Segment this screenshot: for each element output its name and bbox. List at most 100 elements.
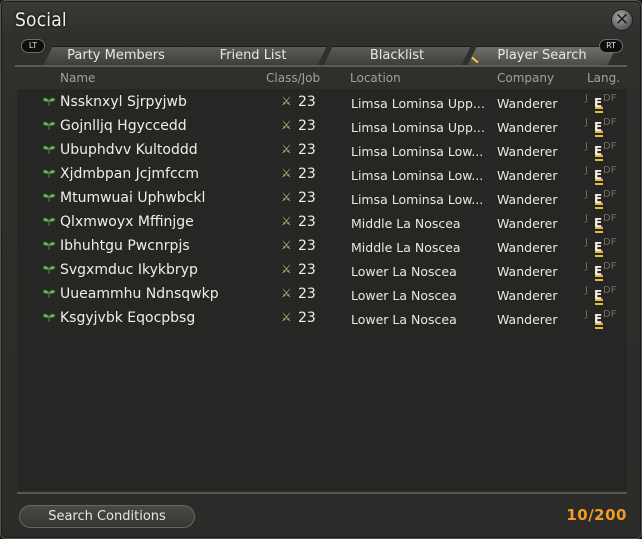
tab-player-search[interactable]: Player Search	[467, 46, 617, 66]
list-item[interactable]: Ubuphdvv Kultoddd ⚔ 23 Limsa Lominsa Low…	[17, 139, 627, 163]
result-count: 10/200	[566, 506, 627, 524]
column-header-location[interactable]: Location	[350, 71, 401, 85]
gladiator-job-icon: ⚔	[281, 286, 292, 300]
player-location: Limsa Lominsa Low...	[351, 168, 484, 183]
gladiator-job-icon: ⚔	[281, 262, 292, 276]
gladiator-job-icon: ⚔	[281, 166, 292, 180]
player-company: Wanderer	[497, 96, 558, 111]
player-name: Ksgyjvbk Eqocpbsg	[60, 310, 196, 326]
player-location: Lower La Noscea	[351, 264, 457, 279]
player-name: Ibhuhtgu Pwcnrpjs	[60, 238, 190, 254]
player-name: Gojnlljq Hgyccedd	[60, 118, 187, 134]
player-level: 23	[298, 166, 316, 182]
player-level: 23	[298, 286, 316, 302]
sprout-icon	[43, 192, 55, 202]
player-company: Wanderer	[497, 192, 558, 207]
tab-bar: LT Party Members Friend List Blacklist P…	[15, 39, 629, 67]
language-indicator: J E DF	[585, 211, 625, 235]
lt-shoulder-icon[interactable]: LT	[21, 39, 45, 53]
rt-shoulder-icon[interactable]: RT	[599, 39, 623, 53]
player-level: 23	[298, 142, 316, 158]
player-company: Wanderer	[497, 240, 558, 255]
player-level: 23	[298, 238, 316, 254]
player-name: Svgxmduc Ikykbryp	[60, 262, 198, 278]
sprout-icon	[43, 120, 55, 130]
search-conditions-button[interactable]: Search Conditions	[19, 505, 195, 528]
close-icon[interactable]: ✕	[611, 9, 633, 31]
player-name: Qlxmwoyx Mffinjge	[60, 214, 194, 230]
language-indicator: J E DF	[585, 187, 625, 211]
player-name: Xjdmbpan Jcjmfccm	[60, 166, 199, 182]
language-indicator: J E DF	[585, 283, 625, 307]
list-item[interactable]: Nssknxyl Sjrpyjwb ⚔ 23 Limsa Lominsa Upp…	[17, 91, 627, 115]
player-company: Wanderer	[497, 168, 558, 183]
column-header-company[interactable]: Company	[497, 71, 554, 85]
player-location: Middle La Noscea	[351, 216, 461, 231]
language-indicator: J E DF	[585, 235, 625, 259]
column-header-row: Name Class/Job Location Company Lang.	[1, 71, 642, 87]
list-item[interactable]: Svgxmduc Ikykbryp ⚔ 23 Lower La Noscea W…	[17, 259, 627, 283]
language-indicator: J E DF	[585, 139, 625, 163]
language-indicator: J E DF	[585, 259, 625, 283]
player-company: Wanderer	[497, 120, 558, 135]
tab-friend-list[interactable]: Friend List	[179, 46, 327, 66]
player-name: Mtumwuai Uphwbckl	[60, 190, 206, 206]
player-location: Limsa Lominsa Upp...	[351, 96, 485, 111]
player-location: Lower La Noscea	[351, 312, 457, 327]
player-list: Nssknxyl Sjrpyjwb ⚔ 23 Limsa Lominsa Upp…	[17, 89, 627, 491]
player-level: 23	[298, 262, 316, 278]
language-indicator: J E DF	[585, 163, 625, 187]
sprout-icon	[43, 216, 55, 226]
tab-party-members[interactable]: Party Members	[43, 46, 189, 66]
gladiator-job-icon: ⚔	[281, 94, 292, 108]
window-title: Social	[15, 9, 67, 31]
player-name: Nssknxyl Sjrpyjwb	[60, 94, 187, 110]
list-item[interactable]: Mtumwuai Uphwbckl ⚔ 23 Limsa Lominsa Low…	[17, 187, 627, 211]
column-header-name[interactable]: Name	[60, 71, 95, 85]
player-company: Wanderer	[497, 264, 558, 279]
gladiator-job-icon: ⚔	[281, 214, 292, 228]
list-item[interactable]: Gojnlljq Hgyccedd ⚔ 23 Limsa Lominsa Upp…	[17, 115, 627, 139]
list-item[interactable]: Xjdmbpan Jcjmfccm ⚔ 23 Limsa Lominsa Low…	[17, 163, 627, 187]
player-location: Middle La Noscea	[351, 240, 461, 255]
player-company: Wanderer	[497, 288, 558, 303]
player-location: Limsa Lominsa Upp...	[351, 120, 485, 135]
player-location: Limsa Lominsa Low...	[351, 144, 484, 159]
tab-underline	[15, 65, 627, 67]
column-header-lang[interactable]: Lang.	[587, 71, 620, 85]
footer-divider	[17, 492, 627, 494]
social-window: Social ✕ LT Party Members Friend List Bl…	[0, 0, 642, 539]
list-item[interactable]: Ksgyjvbk Eqocpbsg ⚔ 23 Lower La Noscea W…	[17, 307, 627, 331]
list-item[interactable]: Uueammhu Ndnsqwkp ⚔ 23 Lower La Noscea W…	[17, 283, 627, 307]
player-level: 23	[298, 118, 316, 134]
sprout-icon	[43, 144, 55, 154]
list-item[interactable]: Ibhuhtgu Pwcnrpjs ⚔ 23 Middle La Noscea …	[17, 235, 627, 259]
gladiator-job-icon: ⚔	[281, 118, 292, 132]
player-company: Wanderer	[497, 144, 558, 159]
player-name: Ubuphdvv Kultoddd	[60, 142, 198, 158]
gladiator-job-icon: ⚔	[281, 142, 292, 156]
list-item[interactable]: Qlxmwoyx Mffinjge ⚔ 23 Middle La Noscea …	[17, 211, 627, 235]
sprout-icon	[43, 96, 55, 106]
gladiator-job-icon: ⚔	[281, 310, 292, 324]
player-name: Uueammhu Ndnsqwkp	[60, 286, 219, 302]
player-level: 23	[298, 190, 316, 206]
column-header-class-job[interactable]: Class/Job	[266, 71, 320, 85]
player-level: 23	[298, 214, 316, 230]
player-company: Wanderer	[497, 312, 558, 327]
sprout-icon	[43, 312, 55, 322]
sprout-icon	[43, 168, 55, 178]
language-indicator: J E DF	[585, 307, 625, 331]
player-location: Limsa Lominsa Low...	[351, 192, 484, 207]
sprout-icon	[43, 288, 55, 298]
player-level: 23	[298, 94, 316, 110]
gladiator-job-icon: ⚔	[281, 190, 292, 204]
player-level: 23	[298, 310, 316, 326]
language-indicator: J E DF	[585, 115, 625, 139]
player-company: Wanderer	[497, 216, 558, 231]
tab-blacklist[interactable]: Blacklist	[323, 46, 471, 66]
sprout-icon	[43, 264, 55, 274]
gladiator-job-icon: ⚔	[281, 238, 292, 252]
sprout-icon	[43, 240, 55, 250]
language-indicator: J E DF	[585, 91, 625, 115]
